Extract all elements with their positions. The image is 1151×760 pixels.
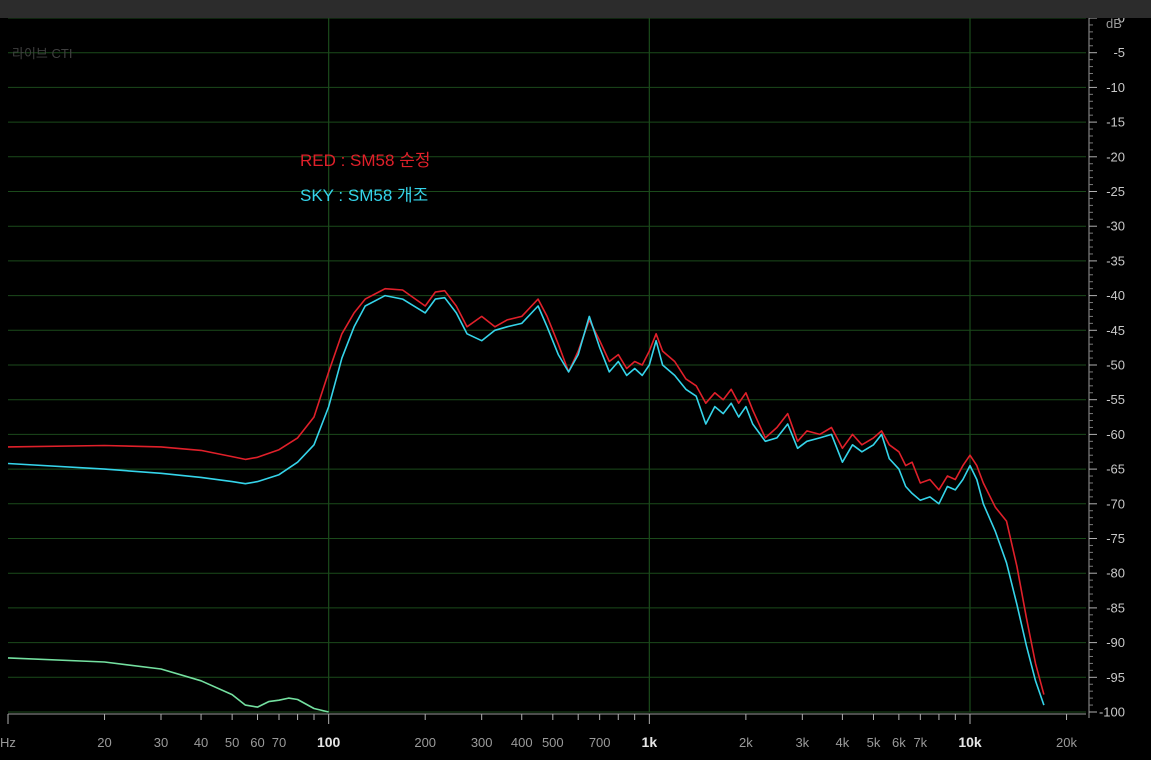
y-tick-label: -25	[1106, 184, 1125, 199]
x-tick-label: 3k	[795, 735, 809, 750]
y-tick-label: -95	[1106, 670, 1125, 685]
y-tick-label: -75	[1106, 531, 1125, 546]
x-tick-label: 2k	[739, 735, 753, 750]
grid	[8, 18, 1086, 713]
x-tick-label: 400	[511, 735, 533, 750]
x-tick-label: 300	[471, 735, 493, 750]
y-tick-label: -80	[1106, 566, 1125, 581]
x-tick-label: 10k	[958, 734, 982, 750]
x-tick-label: 1k	[642, 734, 658, 750]
x-tick-label: 6k	[892, 735, 906, 750]
y-tick-label: -15	[1106, 115, 1125, 130]
y-tick-label: -85	[1106, 600, 1125, 615]
legend-sky-label: SKY : SM58 개조	[300, 186, 429, 205]
x-tick-label: 100	[317, 734, 341, 750]
legend-red-label: RED : SM58 순정	[300, 151, 431, 170]
x-ticks: Hz 20 30 40 50 60 70 100 200 300 400 500 700 1k 2k 3k 4k…	[0, 714, 1078, 750]
x-tick-label: 500	[542, 735, 564, 750]
y-tick-label: -60	[1106, 427, 1125, 442]
y-tick-label: -10	[1106, 80, 1125, 95]
x-tick-label: 4k	[836, 735, 850, 750]
y-tick-label: -50	[1106, 358, 1125, 373]
x-tick-label: 60	[250, 735, 264, 750]
x-tick-label: 20k	[1056, 735, 1077, 750]
x-tick-label: 200	[414, 735, 436, 750]
x-tick-label: 7k	[913, 735, 927, 750]
frequency-analysis-panel: Hz 20 30 40 50 60 70 100 200 300 400 500 700 1k 2k 3k 4k…	[0, 18, 1151, 760]
y-tick-label: -30	[1106, 219, 1125, 234]
frequency-plot: Hz 20 30 40 50 60 70 100 200 300 400 500 700 1k 2k 3k 4k…	[0, 18, 1125, 750]
x-tick-label: 70	[272, 735, 286, 750]
x-tick-label: Hz	[0, 735, 16, 750]
y-tick-label: -90	[1106, 635, 1125, 650]
y-tick-label: -55	[1106, 392, 1125, 407]
watermark: 라이브 CTI	[12, 46, 73, 61]
y-tick-label: -100	[1099, 705, 1125, 720]
y-unit-label: dB	[1106, 18, 1122, 31]
x-tick-label: 40	[194, 735, 208, 750]
x-tick-label: 20	[97, 735, 111, 750]
y-tick-label: -70	[1106, 496, 1125, 511]
y-tick-label: -65	[1106, 462, 1125, 477]
x-tick-label: 50	[225, 735, 239, 750]
y-tick-label: -35	[1106, 253, 1125, 268]
x-tick-label: 700	[589, 735, 611, 750]
y-tick-label: -40	[1106, 288, 1125, 303]
y-tick-label: -5	[1113, 45, 1125, 60]
y-tick-label: -20	[1106, 149, 1125, 164]
x-tick-label: 5k	[867, 735, 881, 750]
window-top-bar	[0, 0, 1151, 18]
y-tick-label: -45	[1106, 323, 1125, 338]
x-tick-label: 30	[154, 735, 168, 750]
y-ticks: 0-5-10-15-20-25-30-35-40-45-50-55-60-65-…	[1089, 18, 1125, 720]
